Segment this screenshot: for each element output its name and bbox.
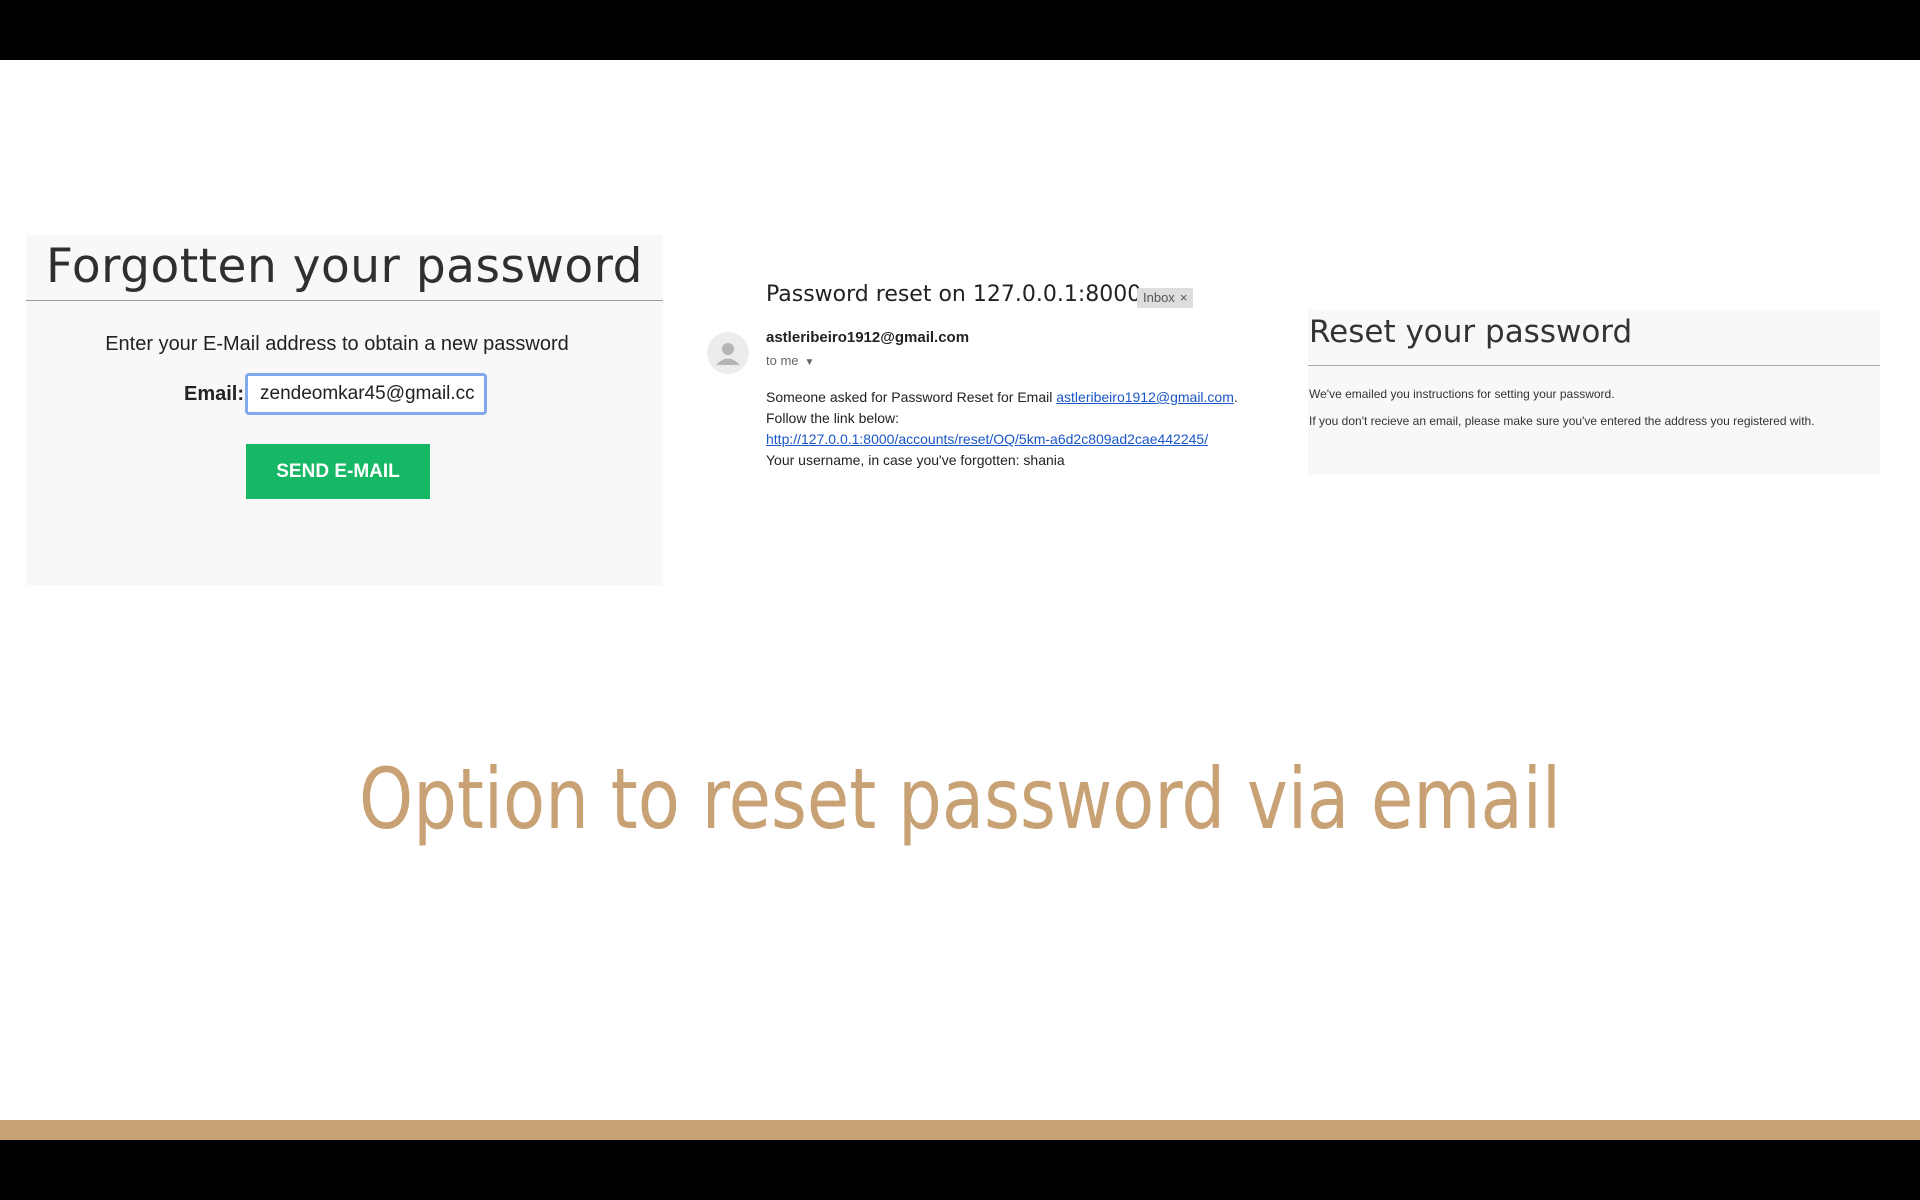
email-input[interactable]: zendeomkar45@gmail.cc [245,373,487,415]
inbox-tag-text: Inbox [1143,290,1175,305]
title-divider [26,300,663,301]
help-text: If you don't recieve an email, please ma… [1309,414,1815,428]
email-body-line-2: Follow the link below: [766,410,900,426]
person-icon [707,332,749,374]
reset-confirmation-panel: Reset your password We've emailed you in… [1308,310,1880,475]
instruction-text: Enter your E-Mail address to obtain a ne… [105,333,569,355]
sender-email-link[interactable]: astleribeiro1912@gmail.com [1056,389,1234,405]
reset-password-link[interactable]: http://127.0.0.1:8000/accounts/reset/OQ/… [766,431,1208,447]
send-email-button[interactable]: SEND E-MAIL [246,444,430,499]
body-text: Someone asked for Password Reset for Ema… [766,389,1057,405]
accent-bar [0,1120,1920,1140]
reset-password-title: Reset your password [1309,314,1633,350]
body-text-suffix: . [1233,389,1238,405]
confirmation-text: We've emailed you instructions for setti… [1309,387,1615,401]
slide-caption: Option to reset password via email [358,750,1562,848]
forgot-password-panel: Forgotten your password Enter your E-Mai… [26,235,663,585]
forgot-password-title: Forgotten your password [46,239,643,294]
email-label: Email: [184,383,245,405]
email-subject: Password reset on 127.0.0.1:8000 [766,282,1142,307]
sender-address: astleribeiro1912@gmail.com [766,329,970,346]
recipient-text: to me [766,353,799,368]
slide: Forgotten your password Enter your E-Mai… [0,60,1920,1120]
email-body-line-3: http://127.0.0.1:8000/accounts/reset/OQ/… [766,431,1208,447]
title-divider [1308,365,1880,366]
email-body-line-1: Someone asked for Password Reset for Ema… [766,389,1238,405]
email-message-panel: Password reset on 127.0.0.1:8000 Inbox × … [700,275,1260,515]
recipient-menu[interactable]: to me ▼ [766,353,814,368]
inbox-label-tag[interactable]: Inbox × [1137,288,1194,308]
close-icon[interactable]: × [1180,290,1188,305]
email-body-line-4: Your username, in case you've forgotten:… [766,452,1065,468]
caret-down-icon[interactable]: ▼ [805,357,815,368]
